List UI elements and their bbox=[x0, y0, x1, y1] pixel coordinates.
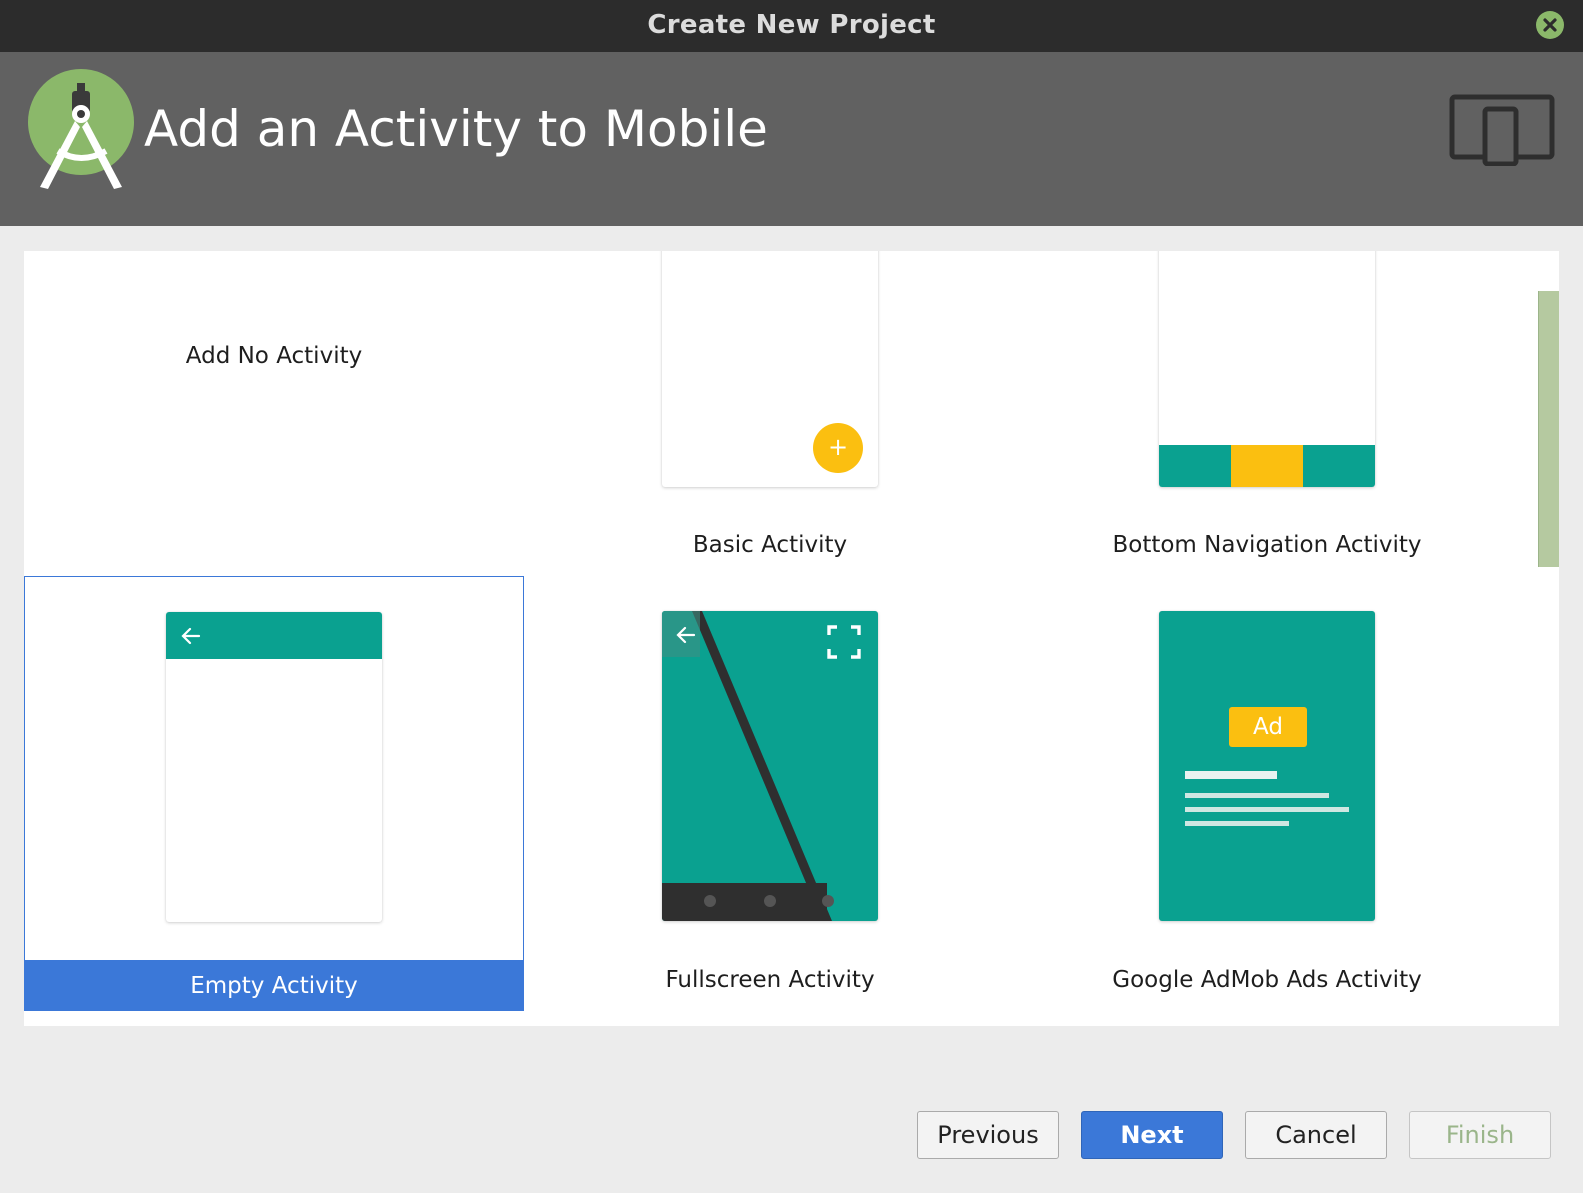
android-studio-logo bbox=[28, 69, 138, 195]
tile-bottom-navigation-activity[interactable]: Bottom Navigation Activity bbox=[1017, 251, 1517, 571]
ad-text-placeholder bbox=[1185, 771, 1277, 779]
fullscreen-activity-preview bbox=[662, 611, 878, 921]
ad-text-placeholder bbox=[1185, 793, 1329, 798]
finish-button[interactable]: Finish bbox=[1409, 1111, 1551, 1159]
back-arrow-icon bbox=[676, 626, 696, 644]
app-bar-preview bbox=[166, 612, 382, 659]
tile-label: Add No Activity bbox=[185, 343, 363, 369]
wizard-header: Add an Activity to Mobile bbox=[0, 52, 1583, 226]
phone-tablet-icon bbox=[1449, 94, 1555, 170]
tile-basic-activity[interactable]: + Basic Activity bbox=[520, 251, 1020, 571]
gallery-scrollbar-thumb[interactable] bbox=[1538, 291, 1559, 567]
next-button[interactable]: Next bbox=[1081, 1111, 1223, 1159]
tile-label: Google AdMob Ads Activity bbox=[1112, 967, 1422, 993]
tile-label: Empty Activity bbox=[190, 973, 358, 999]
ad-badge: Ad bbox=[1229, 707, 1307, 747]
basic-activity-preview: + bbox=[662, 251, 878, 487]
tile-label: Basic Activity bbox=[692, 532, 848, 558]
ad-text-placeholder bbox=[1185, 807, 1349, 812]
admob-activity-preview: Ad bbox=[1159, 611, 1375, 921]
bottom-nav-bar bbox=[1159, 445, 1375, 487]
tile-empty-activity[interactable]: Empty Activity bbox=[24, 576, 524, 1011]
fab-button-preview: + bbox=[813, 423, 863, 473]
ad-text-placeholder bbox=[1185, 821, 1289, 826]
bottom-nav-active-item bbox=[1231, 445, 1303, 487]
page-title: Add an Activity to Mobile bbox=[144, 100, 768, 158]
back-arrow-icon bbox=[181, 627, 201, 645]
tile-label: Fullscreen Activity bbox=[665, 967, 875, 993]
tile-add-no-activity[interactable]: Add No Activity bbox=[24, 251, 524, 571]
empty-activity-preview bbox=[166, 612, 382, 922]
activity-gallery: Add No Activity + Basic Activity Bottom … bbox=[24, 251, 1559, 1026]
tile-fullscreen-activity[interactable]: Fullscreen Activity bbox=[520, 576, 1020, 1011]
fullscreen-icon bbox=[827, 625, 861, 659]
previous-button[interactable]: Previous bbox=[917, 1111, 1059, 1159]
plus-icon: + bbox=[827, 433, 849, 461]
ad-badge-label: Ad bbox=[1253, 714, 1283, 740]
cancel-button[interactable]: Cancel bbox=[1245, 1111, 1387, 1159]
window-title: Create New Project bbox=[647, 10, 936, 40]
tile-admob-activity[interactable]: Ad Google AdMob Ads Activity bbox=[1017, 576, 1517, 1011]
bottom-nav-preview bbox=[1159, 251, 1375, 487]
close-icon[interactable] bbox=[1536, 11, 1564, 39]
title-bar: Create New Project bbox=[0, 0, 1583, 52]
tile-label: Bottom Navigation Activity bbox=[1112, 532, 1422, 558]
